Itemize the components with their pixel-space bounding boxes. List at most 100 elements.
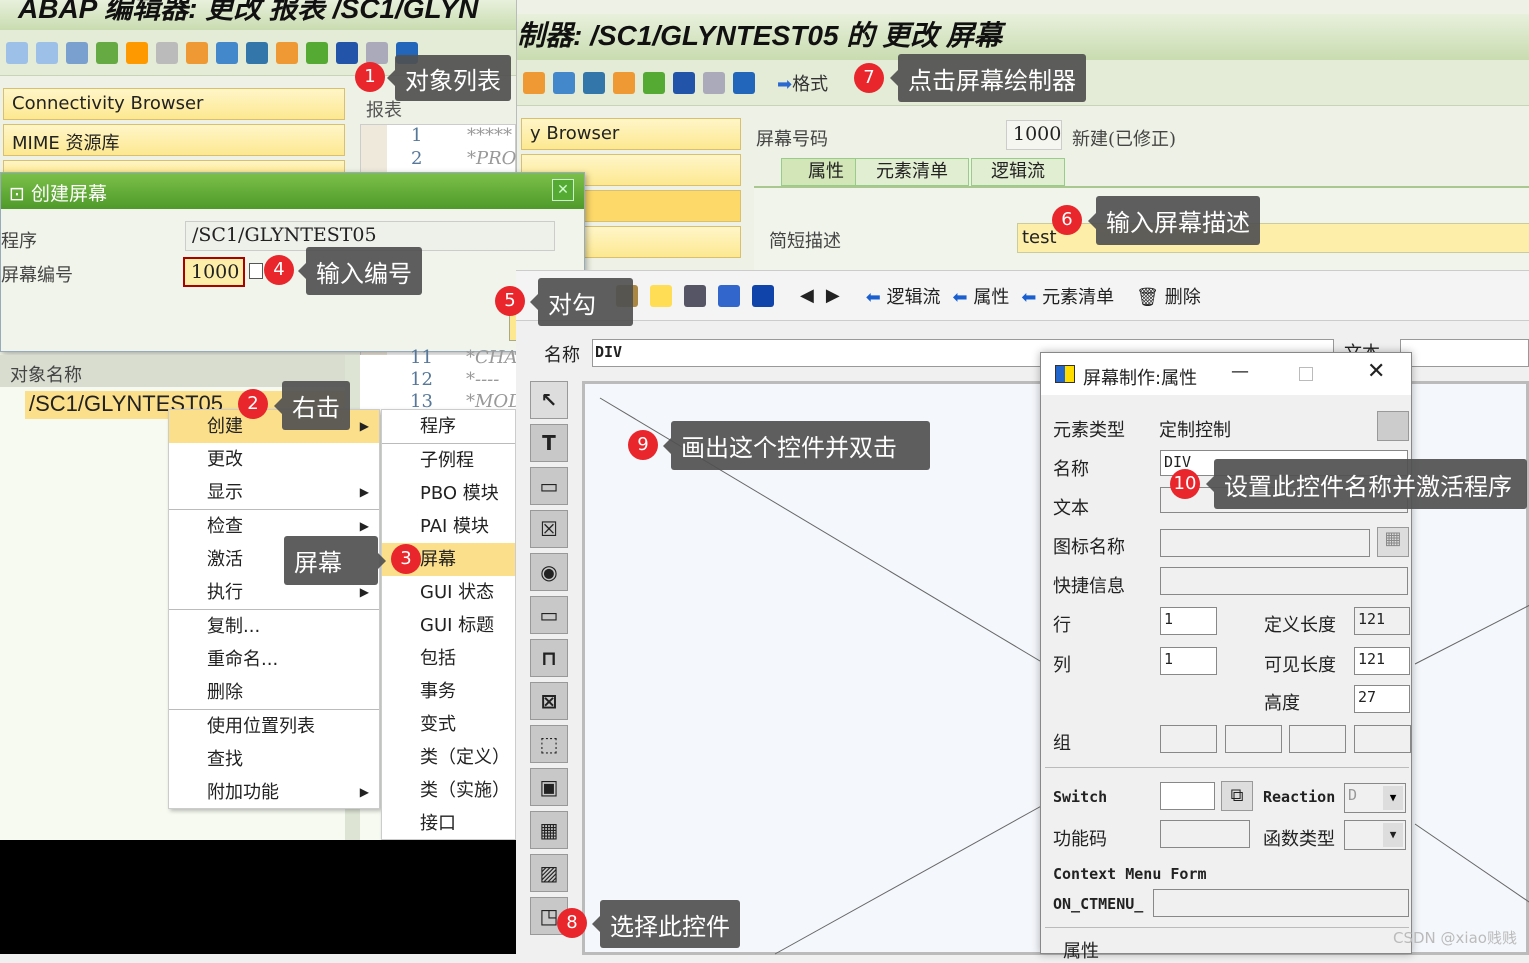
mime-repository-button[interactable]: MIME 资源库 (3, 124, 345, 156)
copy-icon[interactable] (249, 263, 263, 279)
connectivity-browser-button[interactable]: Connectivity Browser (3, 88, 345, 120)
menu-item-change[interactable]: 更改 (169, 443, 379, 476)
menu-item-copy[interactable]: 复制... (169, 610, 379, 643)
submenu-transaction[interactable]: 事务 (382, 675, 515, 708)
function-type-select[interactable]: ▼ (1344, 820, 1406, 850)
table-wizard-icon[interactable]: ▨ (530, 854, 568, 892)
height-input[interactable]: 27 (1354, 685, 1410, 713)
wand-icon[interactable] (216, 41, 238, 64)
next-icon[interactable]: ▶ (826, 285, 840, 306)
stack-icon[interactable] (673, 71, 695, 94)
delete-button[interactable]: 🗑 删除 (1136, 283, 1201, 309)
info-icon[interactable] (752, 284, 774, 307)
submenu-class-impl[interactable]: 类（实施） (382, 774, 515, 807)
group-input-4[interactable] (1354, 725, 1411, 753)
vis-length-input[interactable]: 121 (1354, 647, 1410, 675)
element-list-button[interactable]: ⬅ 元素清单 (1021, 283, 1114, 309)
tabstrip-icon[interactable]: ⊓ (530, 639, 568, 677)
def-length-input[interactable]: 121 (1354, 607, 1410, 635)
screen-icon[interactable] (684, 284, 706, 307)
line-label: 行 (1053, 615, 1071, 636)
pointer-icon[interactable]: ↖ (530, 381, 568, 419)
callout-label: 右击 (274, 381, 350, 430)
list-icon[interactable] (366, 41, 388, 64)
group-input-1[interactable] (1160, 725, 1217, 753)
menu-item-delete[interactable]: 删除 (169, 676, 379, 709)
menu-item-rename[interactable]: 重命名... (169, 643, 379, 676)
group-input-3[interactable] (1289, 725, 1346, 753)
navigate-icon[interactable] (613, 71, 635, 94)
hierarchy-icon[interactable] (643, 71, 665, 94)
close-icon[interactable]: ✕ (552, 179, 574, 201)
input-field-icon[interactable]: ▭ (530, 467, 568, 505)
submenu-class-def[interactable]: 类（定义） (382, 741, 515, 774)
radio-button-icon[interactable]: ◉ (530, 553, 568, 591)
submenu-gui-title[interactable]: GUI 标题 (382, 609, 515, 642)
text-label: 文本 (1053, 498, 1089, 519)
activate-icon[interactable] (126, 41, 148, 64)
submenu-pbo[interactable]: PBO 模块 (382, 477, 515, 510)
tooltip-input[interactable] (1160, 567, 1408, 595)
wand-icon[interactable] (650, 284, 672, 307)
menu-item-display[interactable]: 显示 ▶ (169, 476, 379, 509)
list-icon[interactable] (703, 71, 725, 94)
subscreen-icon[interactable]: ▣ (530, 768, 568, 806)
object-icon[interactable] (186, 41, 208, 64)
layout-button[interactable]: ➡格式 (777, 70, 828, 96)
toggle-icon[interactable] (66, 41, 88, 64)
text-field[interactable] (1400, 339, 1529, 367)
tab-flow-logic[interactable]: 逻辑流 (971, 158, 1065, 186)
checkbox-icon[interactable]: ☒ (530, 510, 568, 548)
screen-icon[interactable] (583, 71, 605, 94)
navigate-icon[interactable] (718, 284, 740, 307)
pushbutton-icon[interactable]: ▭ (530, 596, 568, 634)
line-input[interactable]: 1 (1160, 607, 1217, 635)
previous-icon[interactable]: ◀ (800, 285, 814, 306)
box-icon[interactable]: ⬚ (530, 725, 568, 763)
text-field-icon[interactable]: T (530, 424, 568, 462)
close-icon[interactable]: ✕ (1367, 359, 1385, 384)
forward-icon[interactable] (36, 41, 58, 64)
stack-icon[interactable] (336, 41, 358, 64)
table-control-icon[interactable]: ▦ (530, 811, 568, 849)
function-code-input[interactable] (1160, 820, 1250, 848)
switch-select-icon[interactable]: ⧉ (1221, 781, 1253, 811)
reaction-select[interactable]: D ▼ (1344, 783, 1406, 813)
short-desc-label: 简短描述 (769, 231, 841, 252)
context-menu-input[interactable] (1153, 889, 1409, 917)
info-icon[interactable] (733, 71, 755, 94)
wand-icon[interactable] (553, 71, 575, 94)
minimize-icon[interactable]: — (1231, 361, 1249, 382)
menu-item-more[interactable]: 附加功能 ▶ (169, 776, 379, 809)
submenu-variant[interactable]: 变式 (382, 708, 515, 741)
submenu-gui-status[interactable]: GUI 状态 (382, 576, 515, 609)
submenu-include[interactable]: 包括 (382, 642, 515, 675)
submenu-subroutine[interactable]: 子例程 (382, 444, 515, 477)
hierarchy-icon[interactable] (306, 41, 328, 64)
attributes-button[interactable]: ⬅ 属性 (953, 283, 1010, 309)
icon-name-input[interactable] (1160, 529, 1370, 557)
navigate-icon[interactable] (276, 41, 298, 64)
tabstrip-wizard-icon[interactable]: ⊠ (530, 682, 568, 720)
screen-icon[interactable] (246, 41, 268, 64)
column-input[interactable]: 1 (1160, 647, 1217, 675)
screen-number-input[interactable]: 1000 (183, 257, 245, 287)
tab-element-list[interactable]: 元素清单 (855, 158, 969, 186)
menu-item-where-used[interactable]: 使用位置列表 (169, 710, 379, 743)
object-icon[interactable] (523, 71, 545, 94)
control-icon-button[interactable] (1377, 411, 1409, 441)
menu-item-find[interactable]: 查找 (169, 743, 379, 776)
code-line: *---- (466, 369, 500, 390)
maximize-icon[interactable] (1299, 367, 1313, 381)
where-used-icon[interactable] (156, 41, 178, 64)
back-icon[interactable] (6, 41, 28, 64)
submenu-program[interactable]: 程序 (382, 410, 515, 443)
submenu-pai[interactable]: PAI 模块 (382, 510, 515, 543)
flow-logic-button[interactable]: ⬅ 逻辑流 (866, 283, 941, 309)
group-input-2[interactable] (1225, 725, 1282, 753)
submenu-interface[interactable]: 接口 (382, 807, 515, 840)
switch-input[interactable] (1160, 782, 1215, 810)
browser-button[interactable]: y Browser (521, 118, 741, 150)
icon-select-button[interactable]: ▦ (1377, 527, 1409, 557)
check-icon[interactable] (96, 41, 118, 64)
